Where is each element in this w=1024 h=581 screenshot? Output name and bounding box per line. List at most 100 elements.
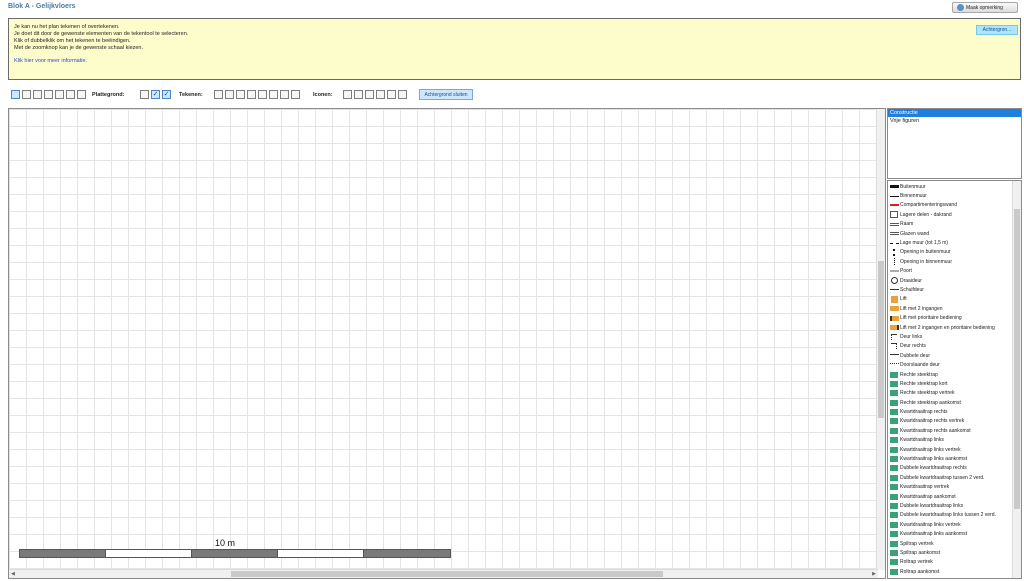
group-icon[interactable] (269, 90, 278, 99)
palette-item[interactable]: Poort (888, 267, 1014, 276)
close-background-button[interactable]: Achtergrond sluiten (419, 89, 473, 100)
palette-item[interactable]: Lift met 2 ingangen en prioritaire bedie… (888, 323, 1014, 332)
palette-item[interactable]: Lift (888, 295, 1014, 304)
icon-size-3-icon[interactable] (365, 90, 374, 99)
image-icon[interactable] (387, 90, 396, 99)
icon-size-2-icon[interactable] (354, 90, 363, 99)
palette-item[interactable]: Glazen wand (888, 229, 1014, 238)
icon-size-1-icon[interactable] (343, 90, 352, 99)
double-quarter-stair-right-icon (889, 465, 899, 472)
palette-item[interactable]: Kwartdraaitrap links vertrek (888, 520, 1014, 529)
palette-item-label: Roltrap vertrek (900, 559, 933, 566)
scroll-thumb[interactable] (878, 261, 884, 418)
check-icon[interactable]: ✓ (162, 90, 171, 99)
palette-item[interactable]: Schuifdeur (888, 285, 1014, 294)
palette-item[interactable]: Kwartdraaitrap links aankomst (888, 529, 1014, 538)
copy-icon[interactable] (258, 90, 267, 99)
scroll-left-icon[interactable]: ◀ (11, 571, 15, 577)
palette-item[interactable]: Lift met prioritaire bediening (888, 313, 1014, 322)
palette-item[interactable]: Kwartdraaitrap links (888, 436, 1014, 445)
palette-item[interactable]: Dubbele kwartdraaitrap links tussen 2 ve… (888, 511, 1014, 520)
palette-item[interactable]: Dubbele deur (888, 351, 1014, 360)
palette-item[interactable]: Deur rechts (888, 342, 1014, 351)
palette-item[interactable]: Roltrap aankomst (888, 567, 1014, 576)
palette-item[interactable]: Rechte steektrap kort (888, 379, 1014, 388)
palette-item-label: Kwartdraaitrap links aankomst (900, 531, 967, 538)
thick-wall-icon (889, 183, 899, 190)
line-tool-icon[interactable] (247, 90, 256, 99)
palette-item[interactable]: Deur links (888, 332, 1014, 341)
palette-item[interactable]: Kwartdraaitrap vertrek (888, 483, 1014, 492)
horizontal-scrollbar[interactable]: ◀ ▶ (9, 569, 878, 578)
palette-item-label: Draaideur (900, 277, 922, 284)
elevator-2-priority-icon (889, 324, 899, 331)
palette-item-label: Rechte steektrap vertrek (900, 390, 955, 397)
tekenen-label: Tekenen: (179, 92, 203, 98)
palette-item[interactable]: Spiltrap vertrek (888, 539, 1014, 548)
palette-item[interactable]: Rechte steektrap (888, 370, 1014, 379)
palette-item[interactable]: Binnenmuur (888, 191, 1014, 200)
scroll-thumb[interactable] (1014, 209, 1020, 509)
palette-item[interactable]: Kwartdraaitrap aankomst (888, 492, 1014, 501)
check-icon[interactable]: ✓ (151, 90, 160, 99)
low-wall-icon (889, 240, 899, 247)
palette-item[interactable]: Rechte steektrap aankomst (888, 398, 1014, 407)
palette-item[interactable]: Kwartdraaitrap rechts vertrek (888, 417, 1014, 426)
palette-item-label: Lift met 2 ingangen en prioritaire bedie… (900, 324, 995, 331)
palette-scrollbar[interactable] (1012, 181, 1021, 578)
palette-item-label: Roltrap aankomst (900, 568, 940, 575)
layer-item-constructie[interactable]: Constructie (888, 109, 1021, 117)
layout-icon[interactable] (140, 90, 149, 99)
palette-item[interactable]: Lift met 2 ingangen (888, 304, 1014, 313)
palette-item-label: Kwartdraaitrap rechts aankomst (900, 427, 971, 434)
move-icon[interactable] (280, 90, 289, 99)
zoom-in-icon[interactable] (22, 90, 31, 99)
door-right-icon (889, 343, 899, 350)
palette-item-label: Lagere delen - dakrand (900, 211, 952, 218)
palette-item[interactable]: Doorslaande deur (888, 360, 1014, 369)
zoom-out-icon[interactable] (33, 90, 42, 99)
delete-icon[interactable] (291, 90, 300, 99)
palette-item[interactable]: Dubbele kwartdraaitrap rechts (888, 464, 1014, 473)
gate-icon (889, 268, 899, 275)
page-title: Blok A - Gelijkvloers (8, 3, 76, 10)
palette-item[interactable]: Spiltrap aankomst (888, 548, 1014, 557)
door-left-icon (889, 333, 899, 340)
rectangle-tool-icon[interactable] (225, 90, 234, 99)
drawing-canvas[interactable]: 10 m ◀ ▶ (8, 108, 886, 579)
make-remark-button[interactable]: Maak opmerking (952, 2, 1018, 13)
polygon-tool-icon[interactable] (236, 90, 245, 99)
vertical-scrollbar[interactable] (876, 109, 885, 570)
scroll-right-icon[interactable]: ▶ (872, 571, 876, 577)
palette-item[interactable]: Kwartdraaitrap links vertrek (888, 445, 1014, 454)
layer-item-vrije-figuren[interactable]: Vrije figuren (888, 117, 1021, 125)
palette-item[interactable]: Dubbele kwartdraaitrap tussen 2 verd. (888, 473, 1014, 482)
palette-item[interactable]: Lagere delen - dakrand (888, 210, 1014, 219)
double-quarter-stair-left-between-icon (889, 512, 899, 519)
palette-item[interactable]: Lage muur (tot 1,5 m) (888, 238, 1014, 247)
palette-item[interactable]: Buitenmuur (888, 182, 1014, 191)
palette-item[interactable]: Dubbele kwartdraaitrap links (888, 501, 1014, 510)
palette-item[interactable]: Kwartdraaitrap rechts (888, 407, 1014, 416)
palette-item[interactable]: Draaideur (888, 276, 1014, 285)
palette-item[interactable]: Compartimenteringswand (888, 201, 1014, 210)
measure-icon[interactable] (66, 90, 75, 99)
palette-item[interactable]: Kwartdraaitrap links aankomst (888, 454, 1014, 463)
palette-item[interactable]: Rechte steektrap vertrek (888, 389, 1014, 398)
pointer-icon[interactable] (11, 90, 20, 99)
palette-item[interactable]: Opening in binnenmuur (888, 257, 1014, 266)
fit-view-icon[interactable] (55, 90, 64, 99)
palette-item[interactable]: Opening in buitenmuur (888, 248, 1014, 257)
window-icon (889, 221, 899, 228)
background-button[interactable]: Achtergron... (976, 25, 1018, 35)
icon-size-4-icon[interactable] (376, 90, 385, 99)
undo-icon[interactable] (398, 90, 407, 99)
palette-item[interactable]: Kwartdraaitrap rechts aankomst (888, 426, 1014, 435)
circle-tool-icon[interactable] (214, 90, 223, 99)
rotate-icon[interactable] (77, 90, 86, 99)
palette-item[interactable]: Roltrap vertrek (888, 558, 1014, 567)
palette-item[interactable]: Raam (888, 220, 1014, 229)
scroll-thumb[interactable] (231, 571, 663, 577)
pan-hand-icon[interactable] (44, 90, 53, 99)
more-info-link[interactable]: Klik hier voor meer informatie. (14, 58, 87, 64)
